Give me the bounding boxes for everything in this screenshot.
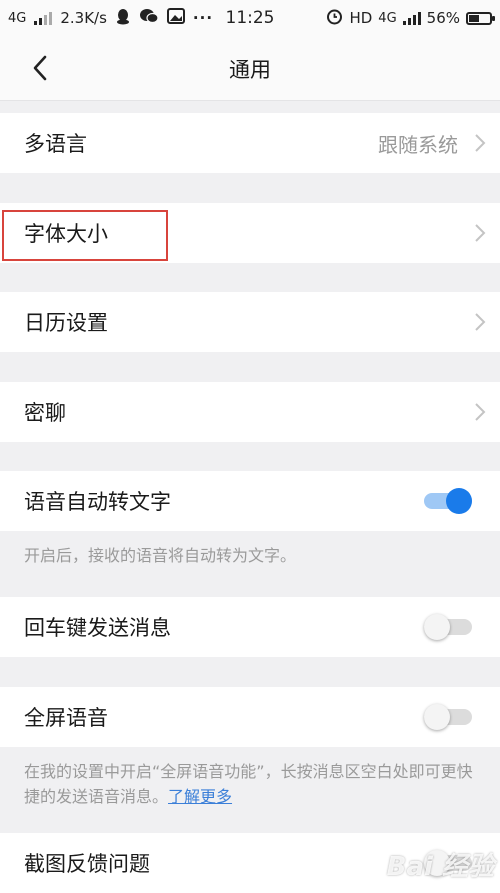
chevron-right-icon <box>475 134 486 152</box>
setting-enter-send-label: 回车键发送消息 <box>24 616 171 640</box>
battery-fill <box>469 14 480 22</box>
status-right: HD 4G 56% <box>326 8 495 29</box>
status-left: 4G 2.3K/s ··· <box>8 8 213 29</box>
gallery-icon <box>166 8 185 28</box>
setting-fullscreen-voice: 全屏语音 <box>0 687 500 747</box>
learn-more-link[interactable]: 了解更多 <box>168 787 232 806</box>
setting-secret-chat[interactable]: 密聊 <box>0 382 500 442</box>
highlight-box <box>2 210 168 261</box>
toggle-knob <box>424 614 450 640</box>
setting-screenshot-feedback-label: 截图反馈问题 <box>24 852 150 876</box>
battery-percent: 56% <box>426 9 460 27</box>
chevron-right-icon <box>475 403 486 421</box>
chevron-left-icon <box>33 55 47 81</box>
network-speed: 2.3K/s <box>60 9 107 27</box>
toggle-knob <box>446 488 472 514</box>
enter-send-toggle[interactable] <box>424 614 472 640</box>
hd-label: HD <box>349 9 373 27</box>
qq-icon <box>115 8 131 29</box>
fullscreen-voice-toggle[interactable] <box>424 704 472 730</box>
setting-calendar[interactable]: 日历设置 <box>0 292 500 352</box>
setting-language[interactable]: 多语言 跟随系统 <box>0 113 500 173</box>
setting-secret-chat-label: 密聊 <box>24 401 66 425</box>
alarm-icon <box>326 8 343 29</box>
status-bar: 4G 2.3K/s ··· 11:25 HD 4G 56% <box>0 0 500 36</box>
back-button[interactable] <box>26 54 54 82</box>
watermark: Bai 经验 <box>386 852 494 882</box>
voice-to-text-toggle[interactable] <box>424 488 472 514</box>
signal-icon <box>34 11 53 25</box>
chevron-right-icon <box>475 313 486 331</box>
setting-voice-to-text: 语音自动转文字 <box>0 471 500 531</box>
chevron-right-icon <box>475 224 486 242</box>
toggle-knob <box>424 704 450 730</box>
nav-header: 通用 <box>0 36 500 101</box>
more-notifications-icon: ··· <box>192 9 214 27</box>
fullscreen-voice-description: 在我的设置中开启“全屏语音功能”，长按消息区空白处即可更快捷的发送语音消息。了解… <box>24 759 480 809</box>
wechat-icon <box>139 8 159 28</box>
setting-calendar-label: 日历设置 <box>24 311 108 335</box>
setting-enter-send: 回车键发送消息 <box>0 597 500 657</box>
network-type-right: 4G <box>378 10 397 26</box>
signal-icon-right <box>402 11 421 25</box>
setting-language-label: 多语言 <box>24 132 87 156</box>
page-title: 通用 <box>229 58 271 82</box>
battery-icon <box>466 11 495 25</box>
setting-voice-to-text-label: 语音自动转文字 <box>24 490 171 514</box>
voice-to-text-description: 开启后，接收的语音将自动转为文字。 <box>24 546 297 565</box>
network-type-left: 4G <box>8 10 27 26</box>
fullscreen-voice-description-text: 在我的设置中开启“全屏语音功能”，长按消息区空白处即可更快捷的发送语音消息。 <box>24 762 473 806</box>
setting-fullscreen-voice-label: 全屏语音 <box>24 706 108 730</box>
setting-language-value: 跟随系统 <box>378 132 458 157</box>
